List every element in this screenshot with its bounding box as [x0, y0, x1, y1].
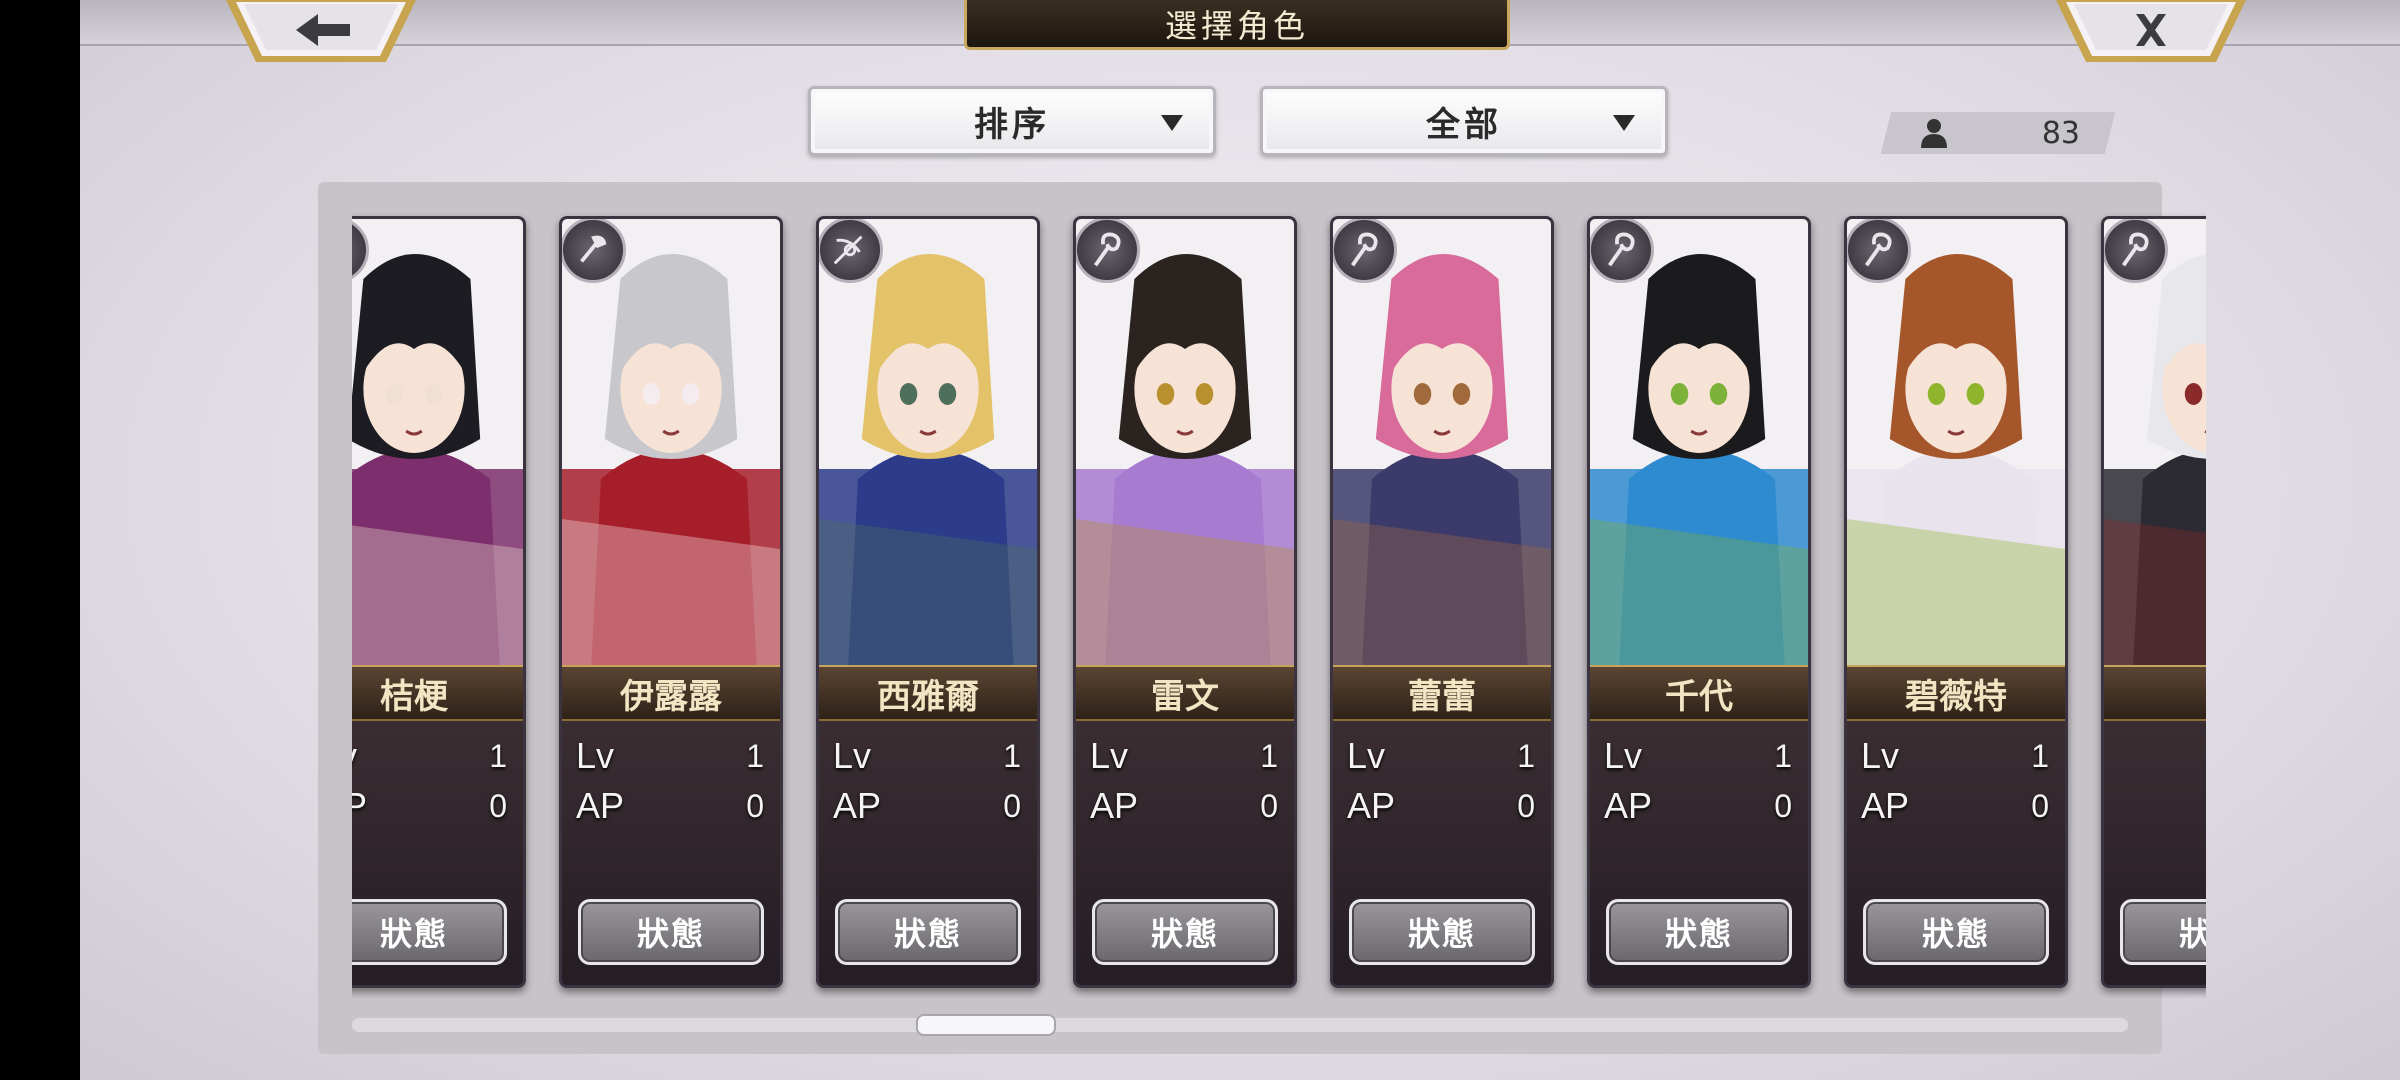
character-portrait — [1847, 219, 2065, 665]
crossbow-icon — [819, 219, 883, 283]
staff-icon — [1847, 219, 1911, 283]
status-button[interactable]: 狀態 — [1863, 899, 2049, 965]
ap-stat-value: 0 — [1774, 787, 1792, 824]
level-stat-label: Lv — [1347, 735, 1386, 776]
level-stat-label: Lv — [352, 735, 357, 777]
user-icon — [1921, 119, 1947, 148]
level-stat-label: Lv — [833, 735, 872, 776]
character-portrait — [2104, 219, 2206, 665]
character-name: 西雅爾 — [819, 665, 1037, 721]
character-card[interactable]: 雷文 Lv 1 AP 0 狀態 — [1073, 216, 1297, 988]
character-portrait — [1333, 219, 1551, 665]
filter-dropdown[interactable]: 全部 — [1260, 86, 1668, 156]
status-button[interactable]: 狀態 — [352, 899, 507, 965]
status-button[interactable]: 狀態 — [1606, 899, 1792, 965]
level-stat-label: Lv — [1861, 735, 1900, 776]
sort-dropdown-label: 排序 — [974, 104, 1050, 145]
ap-stat-value: 0 — [746, 787, 764, 824]
character-name: 伊露露 — [562, 665, 780, 721]
status-button[interactable]: 狀態 — [1092, 899, 1278, 965]
level-stat: Lv 1 — [576, 733, 764, 779]
character-portrait — [819, 219, 1037, 665]
staff-icon — [2104, 219, 2168, 283]
character-portrait — [352, 219, 523, 665]
character-card-list[interactable]: 桔梗 Lv 1 AP 0 狀態 伊露露 Lv 1 AP 0 狀態 西雅爾 Lv 1 AP 0 狀態 雷文 Lv 1 AP 0… — [352, 208, 2206, 998]
sort-dropdown[interactable]: 排序 — [808, 86, 1216, 156]
level-stat: Lv 1 — [1347, 733, 1535, 779]
ap-stat-label: AP — [1861, 785, 1910, 826]
character-card[interactable]: 桔梗 Lv 1 AP 0 狀態 — [352, 216, 526, 988]
horizontal-scrollbar[interactable] — [352, 1018, 2128, 1032]
status-button[interactable]: 狀態 — [835, 899, 1021, 965]
character-card[interactable]: 千代 Lv 1 AP 0 狀態 — [1587, 216, 1811, 988]
close-x-icon — [2056, 0, 2246, 62]
ap-stat-label: AP — [1347, 785, 1396, 826]
ap-stat: AP 0 — [1347, 783, 1535, 829]
level-stat-value: 1 — [1003, 737, 1021, 774]
character-portrait — [1076, 219, 1294, 665]
ap-stat-value: 0 — [1517, 787, 1535, 824]
ap-stat-value: 0 — [2031, 787, 2049, 824]
staff-icon — [1333, 219, 1397, 283]
level-stat: Lv 1 — [833, 733, 1021, 779]
character-portrait — [1590, 219, 1808, 665]
character-count-value: 83 — [2041, 115, 2080, 151]
character-card[interactable]: 碧薇特 Lv 1 AP 0 狀態 — [1844, 216, 2068, 988]
level-stat: Lv 1 — [1861, 733, 2049, 779]
close-button[interactable] — [2056, 0, 2246, 62]
ap-stat-value: 0 — [489, 787, 507, 824]
character-name: 雷文 — [1076, 665, 1294, 721]
level-stat-value: 1 — [1260, 737, 1278, 774]
character-card[interactable]: 狀態 — [2101, 216, 2206, 988]
ap-stat-label: AP — [1090, 785, 1139, 826]
character-card[interactable]: 西雅爾 Lv 1 AP 0 狀態 — [816, 216, 1040, 988]
ap-stat-label: AP — [1604, 785, 1653, 826]
ap-stat-value: 0 — [1260, 787, 1278, 824]
character-name: 千代 — [1590, 665, 1808, 721]
scrollbar-thumb[interactable] — [916, 1014, 1056, 1036]
character-card[interactable]: 伊露露 Lv 1 AP 0 狀態 — [559, 216, 783, 988]
filter-dropdown-label: 全部 — [1426, 104, 1502, 145]
character-card[interactable]: 蕾蕾 Lv 1 AP 0 狀態 — [1330, 216, 1554, 988]
ap-stat: AP 0 — [1090, 783, 1278, 829]
ap-stat: AP 0 — [352, 783, 507, 829]
level-stat-label: Lv — [1090, 735, 1129, 776]
level-stat-label: Lv — [576, 735, 615, 776]
status-button[interactable]: 狀態 — [1349, 899, 1535, 965]
chevron-down-icon — [1613, 115, 1635, 131]
ap-stat: AP 0 — [1604, 783, 1792, 829]
page-title: 選擇角色 — [964, 0, 1510, 50]
level-stat: Lv 1 — [1604, 733, 1792, 779]
status-button[interactable]: 狀態 — [578, 899, 764, 965]
level-stat-value: 1 — [1517, 737, 1535, 774]
level-stat: Lv 1 — [1090, 733, 1278, 779]
level-stat-value: 1 — [489, 737, 507, 774]
character-portrait — [562, 219, 780, 665]
character-name: 蕾蕾 — [1333, 665, 1551, 721]
level-stat-value: 1 — [2031, 737, 2049, 774]
ap-stat-label: AP — [576, 785, 625, 826]
character-count: 83 — [1890, 112, 2110, 154]
back-button[interactable] — [226, 0, 416, 62]
axe-icon — [562, 219, 626, 283]
level-stat-value: 1 — [746, 737, 764, 774]
ap-stat: AP 0 — [833, 783, 1021, 829]
ap-stat-label: AP — [833, 785, 882, 826]
character-select-screen: 選擇角色 排序 全部 83 桔梗 Lv 1 AP 0 狀態 伊露露 Lv 1 AP 0 狀態 西雅爾 Lv… — [80, 0, 2400, 1080]
character-name: 桔梗 — [352, 665, 523, 721]
staff-icon — [1076, 219, 1140, 283]
ap-stat: AP 0 — [1861, 783, 2049, 829]
character-name — [2104, 665, 2206, 721]
character-name: 碧薇特 — [1847, 665, 2065, 721]
ap-stat-label: AP — [352, 785, 367, 827]
chevron-down-icon — [1161, 115, 1183, 131]
ap-stat: AP 0 — [576, 783, 764, 829]
level-stat: Lv 1 — [352, 733, 507, 779]
arrow-left-icon — [226, 0, 416, 62]
level-stat-label: Lv — [1604, 735, 1643, 776]
level-stat-value: 1 — [1774, 737, 1792, 774]
ap-stat-value: 0 — [1003, 787, 1021, 824]
status-button[interactable]: 狀態 — [2120, 899, 2206, 965]
staff-icon — [1590, 219, 1654, 283]
